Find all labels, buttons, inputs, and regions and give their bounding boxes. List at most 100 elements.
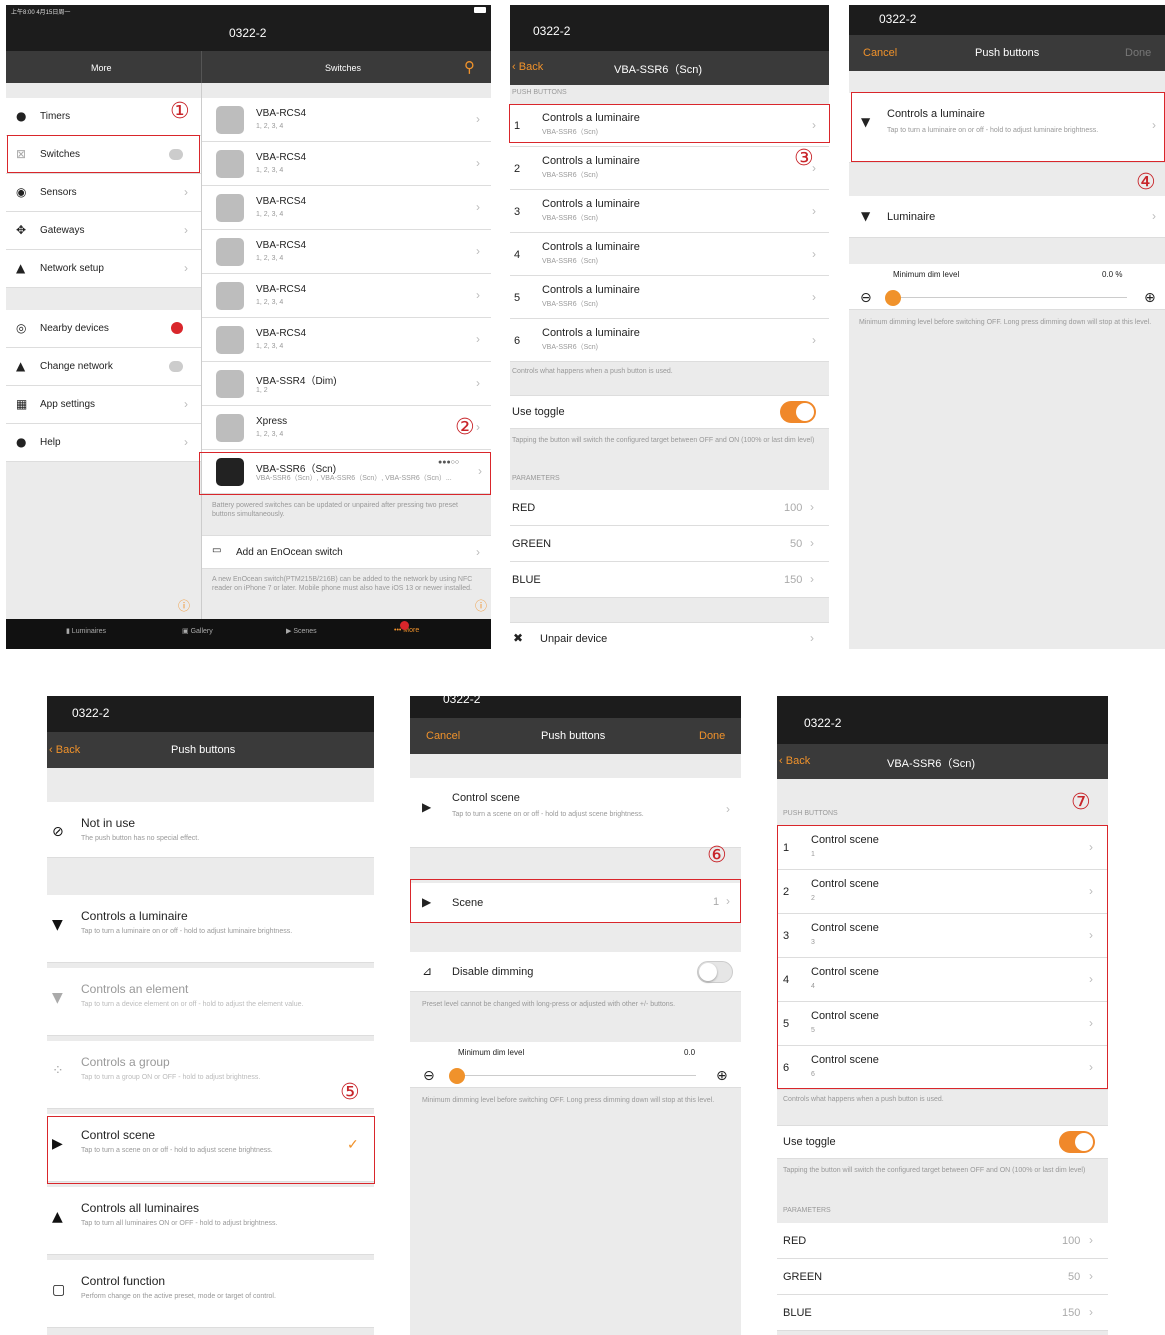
chevron-right-icon: ›	[1089, 1269, 1093, 1283]
param-row[interactable]: RED 100 ›	[510, 490, 829, 526]
plus-icon[interactable]: ⊕	[716, 1068, 728, 1084]
switch-sub: 1, 2, 3, 4	[256, 255, 284, 262]
switch-item[interactable]: VBA-RCS4 1, 2, 3, 4 ›	[202, 98, 491, 142]
switch-item[interactable]: VBA-RCS4 1, 2, 3, 4 ›	[202, 318, 491, 362]
menu-network-setup[interactable]: ▲ Network setup ›	[6, 250, 201, 288]
option-desc: Tap to turn a device element on or off -…	[81, 1001, 304, 1008]
push-button-row[interactable]: 3 Controls a luminaire VBA-SSR6（Scn) ›	[510, 190, 829, 233]
nav-title: VBA-SSR6（Scn)	[614, 64, 703, 76]
battery-note: Battery powered switches can be updated …	[212, 502, 458, 518]
section-header: PUSH BUTTONS	[512, 89, 567, 96]
minus-icon[interactable]: ⊖	[423, 1068, 435, 1084]
param-row[interactable]: GREEN 50 ›	[510, 526, 829, 562]
tab-label: Scenes	[293, 628, 317, 635]
switches-header: Switches	[325, 63, 362, 73]
switch-name: VBA-SSR4（Dim)	[256, 376, 337, 387]
option-item[interactable]: ▼ Controls a luminaire Tap to turn a lumin…	[47, 895, 374, 963]
switch-thumbnail	[216, 370, 244, 398]
menu-sensors[interactable]: ◉ Sensors ›	[6, 174, 201, 212]
param-value: 100	[784, 502, 803, 514]
param-row[interactable]: RED 100 ›	[777, 1223, 1108, 1259]
switch-sub: 1, 2, 3, 4	[256, 343, 284, 350]
cancel-button[interactable]: Cancel	[863, 47, 897, 59]
option-desc: Tap to turn a luminaire on or off - hold…	[81, 928, 293, 935]
switch-item[interactable]: VBA-RCS4 1, 2, 3, 4 ›	[202, 142, 491, 186]
menu-gateways[interactable]: ✥ Gateways ›	[6, 212, 201, 250]
option-item[interactable]: ▼ Controls an element Tap to turn a device…	[47, 968, 374, 1036]
switch-item[interactable]: VBA-RCS4 1, 2, 3, 4 ›	[202, 230, 491, 274]
option-item[interactable]: ⊘ Not in use The push button has no specia…	[47, 802, 374, 858]
highlight-option	[851, 92, 1165, 162]
page-title: 0322-2	[72, 706, 110, 720]
push-button-row[interactable]: 4 Controls a luminaire VBA-SSR6（Scn) ›	[510, 233, 829, 276]
tab-gallery[interactable]: ▣ Gallery	[182, 627, 213, 635]
menu-app-settings[interactable]: ▦ App settings ›	[6, 386, 201, 424]
add-switch-row[interactable]: ▭ Add an EnOcean switch ›	[202, 535, 491, 569]
chevron-right-icon: ›	[184, 223, 188, 237]
panel-scene-config: 0322-2 Cancel Push buttons Done ▶ Contro…	[410, 696, 741, 1335]
param-row[interactable]: BLUE 150 ›	[777, 1295, 1108, 1331]
back-button[interactable]: ‹ Back	[512, 61, 543, 73]
tab-bar: ▮ Luminaires ▣ Gallery ▶ Scenes ••• More	[6, 619, 491, 649]
switch-thumbnail	[216, 238, 244, 266]
unpair-row[interactable]: ✖ Unpair device ›	[510, 622, 829, 649]
push-button-row[interactable]: 5 Controls a luminaire VBA-SSR6（Scn) ›	[510, 276, 829, 319]
chevron-right-icon: ›	[184, 185, 188, 199]
param-row[interactable]: BLUE 150 ›	[510, 562, 829, 598]
dim-slider-thumb[interactable]	[449, 1068, 465, 1084]
step-marker-5: ⑤	[340, 1080, 360, 1105]
help-circle-icon[interactable]: ⓘ	[475, 597, 487, 614]
plus-icon[interactable]: ⊕	[1144, 290, 1156, 306]
switch-item[interactable]: VBA-RCS4 1, 2, 3, 4 ›	[202, 274, 491, 318]
more-header: More	[91, 63, 112, 73]
highlight-switches	[7, 135, 200, 173]
minus-icon[interactable]: ⊖	[860, 290, 872, 306]
option-item[interactable]: ▢ Control function Perform change on the a…	[47, 1260, 374, 1328]
button-sub: VBA-SSR6（Scn)	[542, 343, 599, 351]
switch-thumbnail	[216, 194, 244, 222]
tab-scenes[interactable]: ▶ Scenes	[286, 627, 317, 635]
option-control-scene[interactable]: ▶ Control scene Tap to turn a scene on o…	[410, 778, 741, 848]
menu-help[interactable]: ● Help ›	[6, 424, 201, 462]
dim-slider-track[interactable]	[889, 297, 1127, 298]
dim-note: Minimum dimming level before switching O…	[422, 1097, 715, 1104]
option-item[interactable]: ⁘ Controls a group Tap to turn a group ON …	[47, 1041, 374, 1109]
param-value: 150	[784, 574, 803, 586]
luminaire-row[interactable]: ▼ Luminaire ›	[849, 196, 1165, 238]
switch-item[interactable]: Xpress 1, 2, 3, 4 ›	[202, 406, 491, 450]
back-button[interactable]: ‹ Back	[49, 744, 80, 756]
chevron-right-icon: ›	[476, 376, 480, 390]
option-item[interactable]: ▲ Controls all luminaires Tap to turn all …	[47, 1187, 374, 1255]
element-icon: ▼	[52, 990, 63, 1006]
highlight-scene-buttons	[777, 825, 1108, 1089]
switch-thumbnail	[216, 150, 244, 178]
done-button[interactable]: Done	[699, 730, 725, 742]
push-button-row[interactable]: 2 Controls a luminaire VBA-SSR6（Scn) ›	[510, 147, 829, 190]
split-nav-bar: More Switches ⚲	[6, 51, 491, 83]
help-circle-icon[interactable]: ⓘ	[178, 597, 190, 614]
menu-nearby-devices[interactable]: ◎ Nearby devices	[6, 310, 201, 348]
switch-item[interactable]: VBA-SSR4（Dim) 1, 2 ›	[202, 362, 491, 406]
use-toggle-switch[interactable]	[780, 401, 816, 423]
param-name: GREEN	[512, 538, 552, 550]
disable-dimming-switch[interactable]	[697, 961, 733, 983]
header: 0322-2	[47, 696, 374, 732]
search-icon[interactable]: ⚲	[464, 58, 475, 76]
nav-title: Push buttons	[541, 730, 606, 742]
use-toggle-switch[interactable]	[1059, 1131, 1095, 1153]
dim-slider-thumb[interactable]	[885, 290, 901, 306]
cancel-button[interactable]: Cancel	[426, 730, 460, 742]
dim-slider-track[interactable]	[454, 1075, 696, 1076]
lamp-icon: ▼	[52, 917, 63, 933]
menu-change-network[interactable]: ▲ Change network	[6, 348, 201, 386]
highlight-button-1	[509, 104, 830, 143]
push-button-row[interactable]: 6 Controls a luminaire VBA-SSR6（Scn) ›	[510, 319, 829, 362]
min-dim-row: Minimum dim level 0.0 % ⊖ ⊕	[849, 264, 1165, 310]
back-button[interactable]: ‹ Back	[779, 755, 810, 767]
done-button[interactable]: Done	[1125, 47, 1151, 59]
button-sub: VBA-SSR6（Scn)	[542, 257, 599, 265]
param-row[interactable]: GREEN 50 ›	[777, 1259, 1108, 1295]
tab-luminaires[interactable]: ▮ Luminaires	[66, 627, 106, 635]
switch-item[interactable]: VBA-RCS4 1, 2, 3, 4 ›	[202, 186, 491, 230]
chevron-right-icon: ›	[1089, 1305, 1093, 1319]
